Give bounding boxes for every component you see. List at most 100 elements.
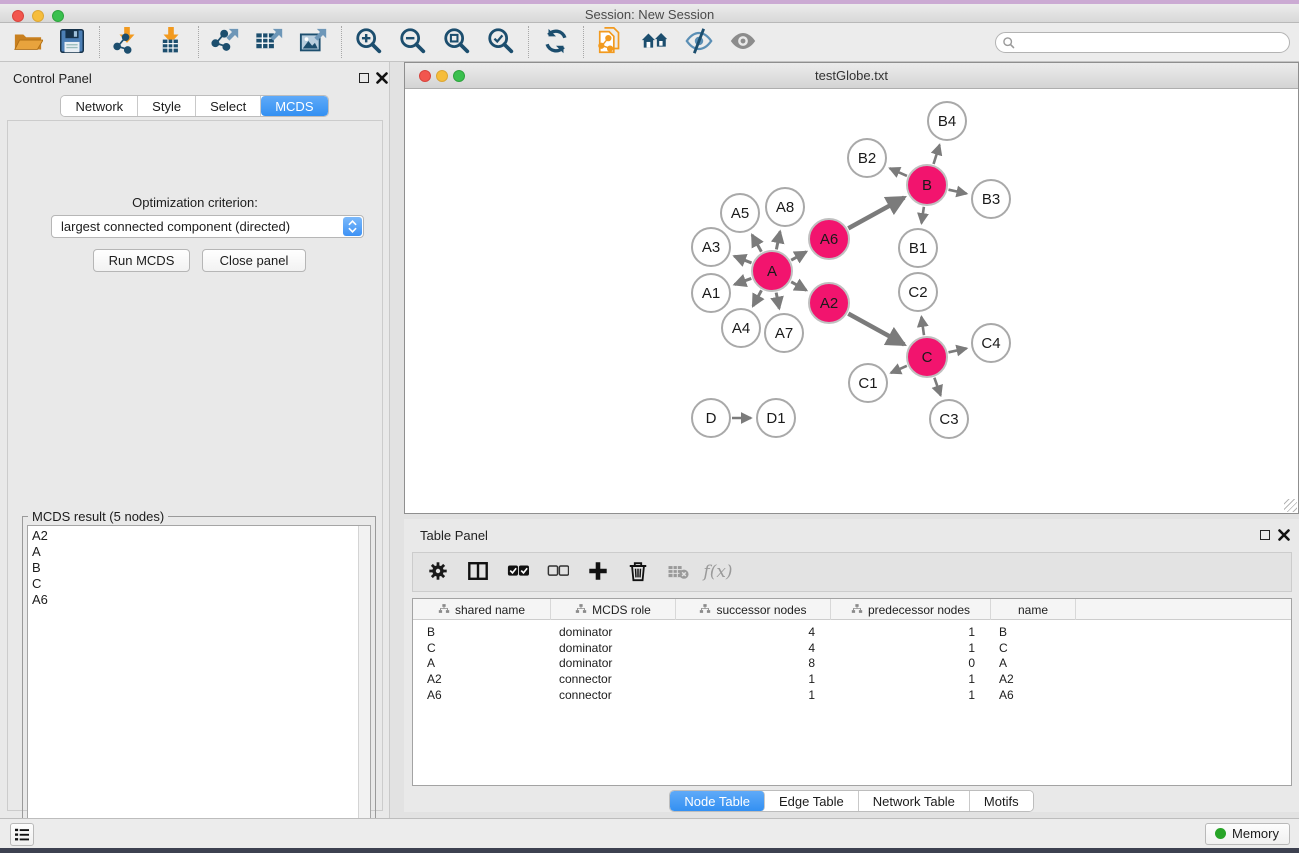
edge-C-C2[interactable] (921, 317, 924, 335)
table-cell[interactable]: B (427, 625, 549, 641)
table-cell[interactable]: 0 (831, 656, 975, 672)
column-header-predecessor-nodes[interactable]: predecessor nodes (831, 599, 991, 620)
export-network-button[interactable] (204, 24, 248, 60)
task-history-button[interactable] (10, 823, 34, 846)
home-button[interactable] (633, 24, 677, 60)
mcds-result-list[interactable]: A2ABCA6 (27, 525, 371, 851)
delete-column-button[interactable] (625, 559, 651, 585)
graph-node-A5[interactable]: A5 (721, 194, 759, 232)
table-cell[interactable]: B (999, 625, 1068, 641)
show-details-button[interactable] (721, 24, 765, 60)
graph-node-C1[interactable]: C1 (849, 364, 887, 402)
search-input[interactable] (1016, 36, 1289, 50)
graph-node-A3[interactable]: A3 (692, 228, 730, 266)
table-cell[interactable]: A6 (427, 688, 549, 704)
table-cell[interactable]: A6 (999, 688, 1068, 704)
edge-B-B2[interactable] (890, 168, 907, 176)
table-cell[interactable]: connector (559, 688, 668, 704)
graph-node-A4[interactable]: A4 (722, 309, 760, 347)
graph-node-B3[interactable]: B3 (972, 180, 1010, 218)
edge-A-A5[interactable] (752, 235, 761, 252)
table-cell[interactable]: 1 (676, 688, 815, 704)
table-cell[interactable]: dominator (559, 656, 668, 672)
graph-node-B1[interactable]: B1 (899, 229, 937, 267)
table-cell[interactable]: 4 (676, 641, 815, 657)
edge-C-C4[interactable] (948, 348, 966, 352)
graph-node-A2[interactable]: A2 (809, 283, 849, 323)
tab-mcds[interactable]: MCDS (261, 96, 327, 116)
table-cell[interactable]: A2 (999, 672, 1068, 688)
table-cell[interactable]: 8 (676, 656, 815, 672)
zoom-out-button[interactable] (391, 24, 435, 60)
edge-B-B1[interactable] (922, 207, 924, 223)
table-cell[interactable]: 1 (831, 625, 975, 641)
result-list-item[interactable]: A (32, 544, 354, 560)
table-cell[interactable]: connector (559, 672, 668, 688)
graph-node-B2[interactable]: B2 (848, 139, 886, 177)
refresh-button[interactable] (534, 24, 578, 60)
edge-A-A8[interactable] (776, 231, 780, 249)
column-header-successor-nodes[interactable]: successor nodes (676, 599, 831, 620)
result-list-item[interactable]: A6 (32, 592, 354, 608)
table-cell[interactable]: 1 (831, 672, 975, 688)
edge-B-B4[interactable] (934, 145, 940, 164)
graph-node-D1[interactable]: D1 (757, 399, 795, 437)
tab-edge-table[interactable]: Edge Table (765, 791, 859, 811)
graph-node-C3[interactable]: C3 (930, 400, 968, 438)
open-session-button[interactable] (6, 24, 50, 60)
table-cell[interactable]: A (999, 656, 1068, 672)
table-close-panel-icon[interactable] (1278, 528, 1290, 542)
table-float-panel-icon[interactable] (1260, 530, 1270, 540)
result-list-item[interactable]: A2 (32, 528, 354, 544)
table-cell[interactable]: 1 (676, 672, 815, 688)
table-cell[interactable]: 4 (676, 625, 815, 641)
edge-A-A7[interactable] (776, 293, 779, 309)
close-panel-icon[interactable] (376, 71, 388, 85)
graph-node-B4[interactable]: B4 (928, 102, 966, 140)
column-header-MCDS-role[interactable]: MCDS role (551, 599, 676, 620)
function-builder-button[interactable]: f(x) (705, 559, 731, 585)
graph-node-A8[interactable]: A8 (766, 188, 804, 226)
table-cell[interactable]: 1 (831, 688, 975, 704)
save-session-button[interactable] (50, 24, 94, 60)
import-table-button[interactable] (149, 24, 193, 60)
column-header-name[interactable]: name (991, 599, 1076, 620)
tab-network-table[interactable]: Network Table (859, 791, 970, 811)
table-options-button[interactable] (425, 559, 451, 585)
run-mcds-button[interactable]: Run MCDS (93, 249, 190, 272)
edge-A-A6[interactable] (791, 252, 806, 261)
float-panel-icon[interactable] (359, 73, 369, 83)
tab-motifs[interactable]: Motifs (970, 791, 1033, 811)
memory-button[interactable]: Memory (1205, 823, 1290, 845)
graph-node-D[interactable]: D (692, 399, 730, 437)
table-cell[interactable]: dominator (559, 625, 668, 641)
tab-style[interactable]: Style (138, 96, 196, 116)
edge-A2-C[interactable] (848, 314, 904, 345)
table-cell[interactable]: A2 (427, 672, 549, 688)
tab-network[interactable]: Network (61, 96, 138, 116)
column-header-shared-name[interactable]: shared name (413, 599, 551, 620)
deselect-all-button[interactable] (545, 559, 571, 585)
create-column-button[interactable] (585, 559, 611, 585)
delete-table-button[interactable] (665, 559, 691, 585)
table-cell[interactable]: C (427, 641, 549, 657)
graph-node-C2[interactable]: C2 (899, 273, 937, 311)
graph-node-B[interactable]: B (907, 165, 947, 205)
table-cell[interactable]: dominator (559, 641, 668, 657)
table-cell[interactable]: C (999, 641, 1068, 657)
close-panel-button[interactable]: Close panel (202, 249, 306, 272)
zoom-selected-button[interactable] (479, 24, 523, 60)
hide-details-button[interactable] (677, 24, 721, 60)
graph-node-A7[interactable]: A7 (765, 314, 803, 352)
tab-node-table[interactable]: Node Table (670, 791, 765, 811)
import-network-button[interactable] (105, 24, 149, 60)
edge-A-A3[interactable] (734, 256, 751, 263)
table-cell[interactable]: A (427, 656, 549, 672)
edge-A-A2[interactable] (791, 282, 806, 291)
edge-B-B3[interactable] (948, 190, 966, 194)
network-file-button[interactable] (589, 24, 633, 60)
export-table-button[interactable] (248, 24, 292, 60)
result-list-scrollbar[interactable] (358, 526, 370, 850)
edge-A6-B[interactable] (848, 198, 904, 229)
tab-select[interactable]: Select (196, 96, 261, 116)
